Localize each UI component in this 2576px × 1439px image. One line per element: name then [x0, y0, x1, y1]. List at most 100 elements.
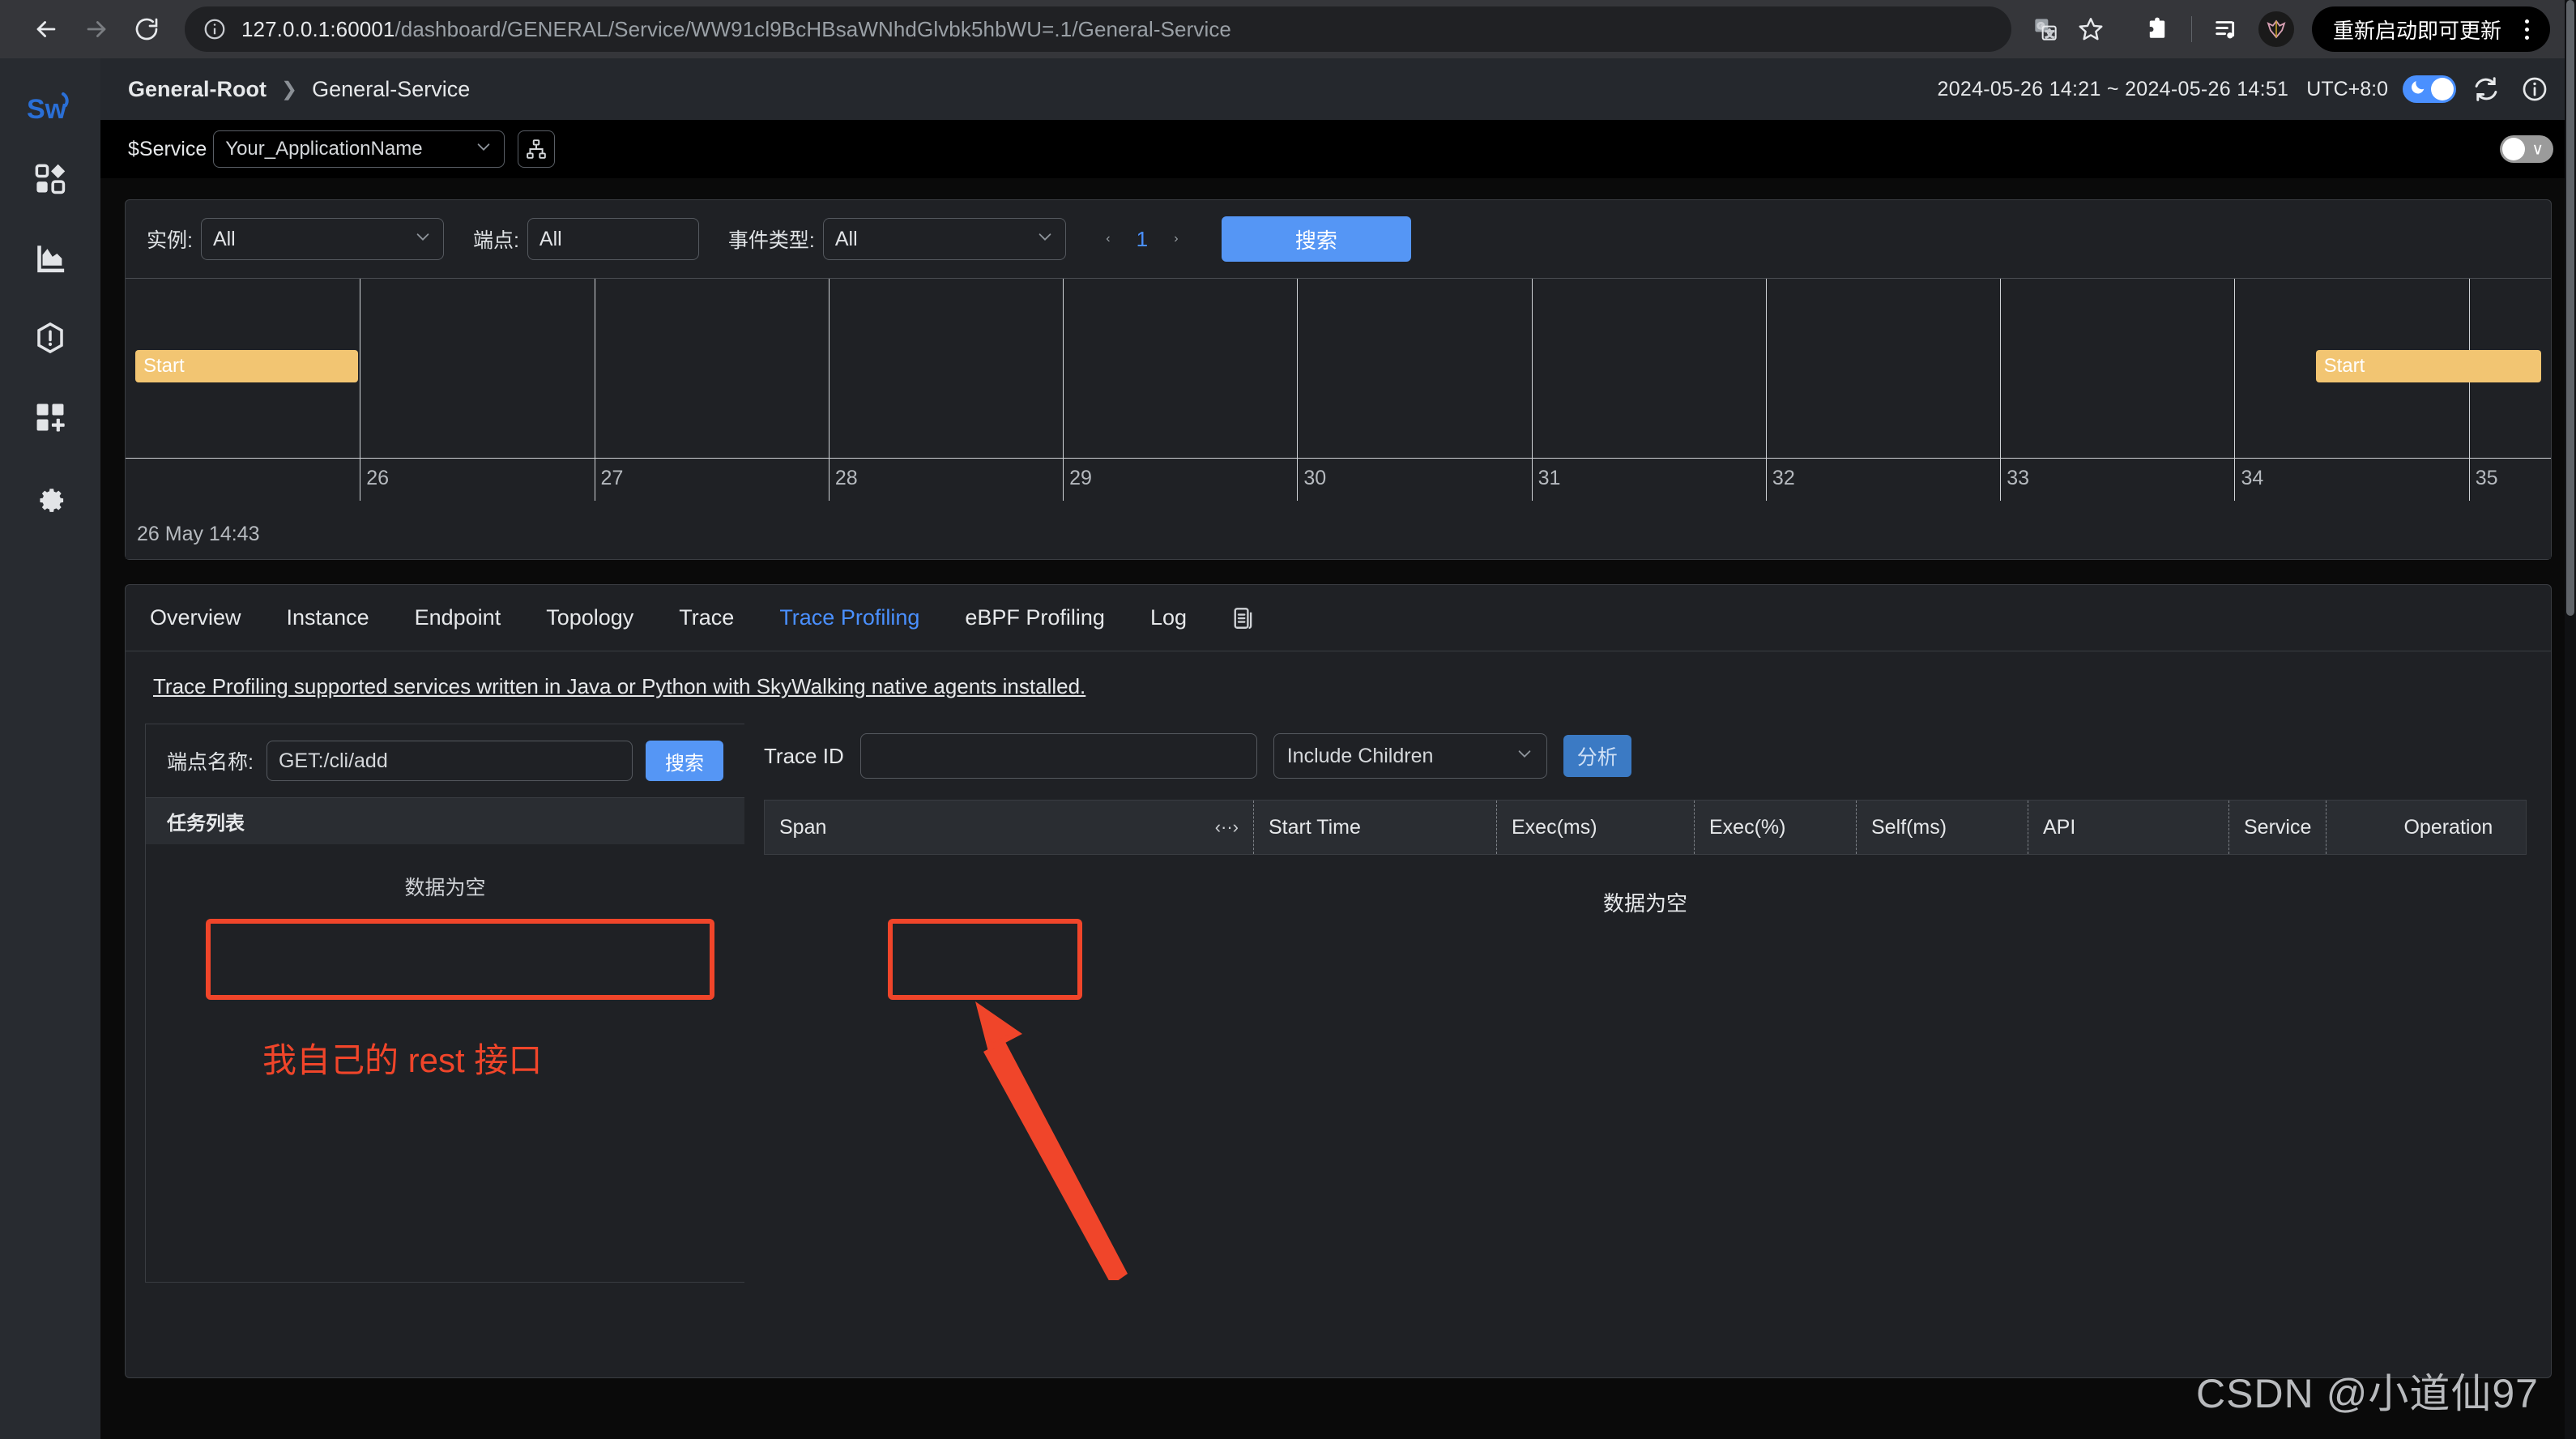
timezone-label: UTC+8:0	[2306, 77, 2388, 100]
instance-filter-label: 实例:	[147, 229, 193, 252]
endpoint-select-value: All	[539, 227, 562, 250]
kebab-menu-icon[interactable]	[2511, 19, 2542, 40]
service-select[interactable]: Your_ApplicationName	[213, 130, 505, 168]
gantt-gridline	[828, 279, 830, 458]
pagination: ‹ 1 ›	[1090, 221, 1194, 257]
update-button[interactable]: 重新启动即可更新	[2311, 6, 2550, 52]
info-button[interactable]	[2516, 70, 2553, 108]
moon-icon	[2409, 79, 2427, 100]
bookmark-star-icon[interactable]	[2068, 6, 2113, 52]
url-host: 127.0.0.1:60001	[241, 16, 395, 41]
url-text: 127.0.0.1:60001/dashboard/GENERAL/Servic…	[241, 17, 1231, 42]
column-header-self-ms[interactable]: Self(ms)	[1857, 801, 2028, 854]
sidebar-item-dashboard[interactable]	[0, 139, 100, 219]
tab-overview[interactable]: Overview	[150, 605, 241, 630]
gantt-gridline	[1765, 279, 1767, 458]
back-button[interactable]	[21, 4, 71, 54]
trace-profiling-notice: Trace Profiling supported services writt…	[153, 674, 1086, 698]
dark-mode-toggle[interactable]	[2403, 75, 2456, 103]
skywalking-logo[interactable]: Sw	[0, 78, 100, 139]
endpoint-filter-label: 端点:	[472, 229, 519, 252]
site-info-icon[interactable]	[201, 15, 228, 43]
endpoint-name-input[interactable]	[266, 741, 633, 781]
time-range-picker[interactable]: 2024-05-26 14:21 ~ 2024-05-26 14:51	[1937, 78, 2288, 101]
page-header: General-Root ❯ General-Service 2024-05-2…	[100, 58, 2576, 120]
chevron-down-icon	[475, 138, 493, 161]
event-timeline-card: 实例: All 端点: All 事件类型: All ‹ 1 › 搜索 Start…	[125, 199, 2552, 560]
scrollbar-thumb[interactable]	[2566, 0, 2574, 616]
watermark: CSDN @小道仙97	[2196, 1371, 2539, 1416]
column-header-span[interactable]: Span ‹··›	[765, 801, 1254, 854]
tab-endpoint[interactable]: Endpoint	[415, 605, 501, 630]
tab-ebpf-profiling[interactable]: eBPF Profiling	[965, 605, 1105, 630]
trace-id-input[interactable]	[859, 733, 1257, 779]
extensions-icon[interactable]	[2135, 6, 2180, 52]
reload-button[interactable]	[122, 4, 172, 54]
task-list-title: 任务列表	[146, 797, 744, 844]
column-header-service[interactable]: Service	[2229, 801, 2327, 854]
sidebar-item-metrics[interactable]	[0, 219, 100, 298]
breadcrumb-root[interactable]: General-Root	[128, 77, 267, 102]
include-children-value: Include Children	[1286, 744, 1434, 767]
instance-select[interactable]: All	[200, 218, 444, 260]
gantt-tick-label: 32	[1772, 467, 1795, 489]
column-header-exec-pct[interactable]: Exec(%)	[1695, 801, 1857, 854]
column-header-start-time[interactable]: Start Time	[1254, 801, 1497, 854]
column-header-exec-ms[interactable]: Exec(ms)	[1497, 801, 1695, 854]
span-table: Span ‹··› Start Time Exec(ms) Exec(%) Se…	[764, 800, 2527, 855]
sidebar-item-settings[interactable]	[0, 457, 100, 536]
column-resize-handle[interactable]: ‹··›	[1215, 817, 1239, 838]
tab-log[interactable]: Log	[1150, 605, 1187, 630]
tab-topology[interactable]: Topology	[546, 605, 633, 630]
toggle-knob	[2502, 138, 2525, 160]
gantt-tick-label: 35	[2475, 467, 2498, 489]
page-number[interactable]: 1	[1126, 227, 1158, 252]
media-list-icon[interactable]	[2203, 6, 2249, 52]
copy-dashboard-icon[interactable]	[1232, 604, 1256, 632]
chevron-down-icon	[1516, 745, 1533, 768]
gantt-axis: 26 27 28 29 30 31 32 33 34 35	[126, 459, 2551, 512]
gantt-event-bar[interactable]: Start	[2315, 350, 2542, 382]
event-type-select[interactable]: All	[822, 218, 1066, 260]
sidebar-item-alarm[interactable]	[0, 298, 100, 378]
gantt-tick-label: 29	[1069, 467, 1092, 489]
sidebar-item-marketplace[interactable]	[0, 378, 100, 457]
header-actions: 2024-05-26 14:21 ~ 2024-05-26 14:51 UTC+…	[1937, 70, 2553, 108]
refresh-button[interactable]	[2467, 70, 2505, 108]
gantt-gridline	[1531, 279, 1533, 458]
service-selector-bar: $Service Your_ApplicationName ∨	[100, 120, 2576, 178]
gantt-tick-label: 28	[834, 467, 858, 489]
forward-button[interactable]	[71, 4, 122, 54]
trace-id-label: Trace ID	[764, 743, 844, 768]
column-header-api[interactable]: API	[2028, 801, 2229, 854]
event-search-button[interactable]: 搜索	[1221, 216, 1411, 262]
forward-arrow-icon	[87, 21, 106, 37]
service-variable-label: $Service	[128, 137, 207, 160]
gantt-event-bar[interactable]: Start	[134, 350, 359, 382]
column-label-span: Span	[779, 815, 827, 839]
service-toggle[interactable]: ∨	[2500, 135, 2553, 163]
tab-trace[interactable]: Trace	[679, 605, 734, 630]
breadcrumb-separator-icon: ❯	[281, 78, 298, 100]
tab-instance[interactable]: Instance	[287, 605, 369, 630]
toggle-knob	[2431, 78, 2454, 100]
task-search-button[interactable]: 搜索	[646, 741, 723, 781]
endpoint-select[interactable]: All	[527, 218, 699, 260]
analyze-button[interactable]: 分析	[1563, 735, 1631, 777]
profile-avatar-icon[interactable]	[2258, 11, 2294, 47]
dashboard-content: 实例: All 端点: All 事件类型: All ‹ 1 › 搜索 Start…	[100, 178, 2576, 1439]
include-children-select[interactable]: Include Children	[1273, 733, 1547, 779]
gantt-axis-tick	[1297, 459, 1299, 501]
address-bar[interactable]: 127.0.0.1:60001/dashboard/GENERAL/Servic…	[185, 6, 2011, 52]
gantt-gridline	[2234, 279, 2236, 458]
translate-icon[interactable]: G文	[2023, 6, 2068, 52]
page-next-button[interactable]: ›	[1158, 221, 1194, 257]
topology-button[interactable]	[518, 130, 556, 168]
gantt-axis-tick	[2234, 459, 2236, 501]
column-header-operation[interactable]: Operation	[2327, 801, 2570, 854]
page-prev-button[interactable]: ‹	[1090, 221, 1126, 257]
page-scrollbar[interactable]	[2565, 0, 2576, 1439]
gantt-tick-label: 26	[366, 467, 390, 489]
toolbar-divider	[2190, 16, 2192, 42]
tab-trace-profiling[interactable]: Trace Profiling	[779, 605, 919, 630]
